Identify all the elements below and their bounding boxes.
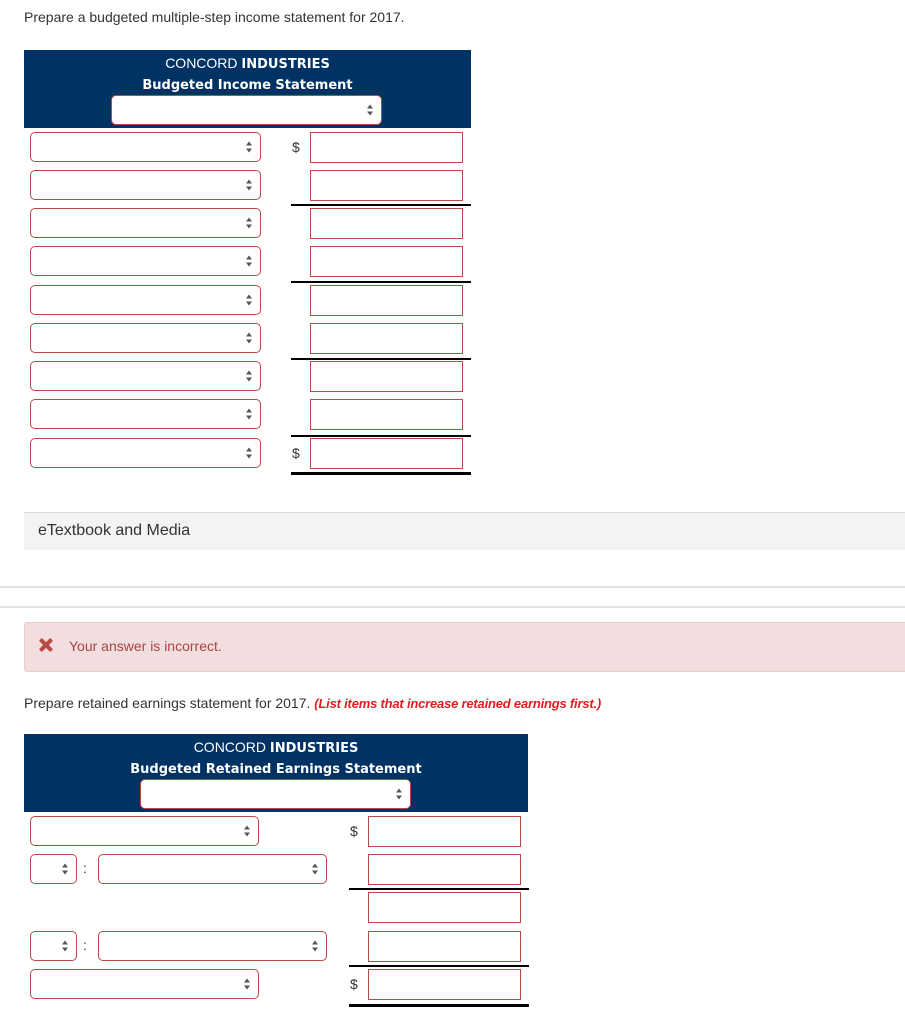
select-arrows-icon [246,408,253,420]
etextbook-media-bar[interactable]: eTextbook and Media [24,512,905,550]
income-amount-7[interactable] [310,361,463,392]
amount-input[interactable] [311,171,462,200]
select-arrows-icon [62,940,69,952]
double-underline [349,1004,529,1007]
amount-input[interactable] [311,286,462,315]
income-period-select[interactable] [111,95,382,125]
statement-title: Budgeted Retained Earnings Statement [130,762,422,777]
select-arrows-icon [312,863,319,875]
statement-title: Budgeted Income Statement [142,78,353,93]
amount-input[interactable] [311,439,462,468]
subtotal-line [291,358,471,360]
income-amount-4[interactable] [310,246,463,277]
retained-earnings-prompt: Prepare retained earnings statement for … [24,695,601,711]
dollar-sign: $ [350,976,358,992]
select-arrows-icon [396,788,403,800]
prompt-note: (List items that increase retained earni… [314,696,602,711]
etextbook-label: eTextbook and Media [38,522,191,539]
select-arrows-icon [367,104,374,116]
select-arrows-icon [244,825,251,837]
amount-input[interactable] [311,247,462,276]
dollar-sign: $ [350,823,358,839]
retained-amount-4[interactable] [368,931,521,962]
select-arrows-icon [246,332,253,344]
x-icon [39,638,53,652]
amount-input[interactable] [311,362,462,391]
select-arrows-icon [312,940,319,952]
prompt-text: Prepare retained earnings statement for … [24,695,315,711]
income-account-select-5[interactable] [30,285,261,315]
select-arrows-icon [246,294,253,306]
select-arrows-icon [246,217,253,229]
income-amount-5[interactable] [310,285,463,316]
select-arrows-icon [62,863,69,875]
income-account-select-1[interactable] [30,132,261,162]
select-arrows-icon [246,447,253,459]
subtotal-line [291,281,471,283]
double-underline [291,472,471,475]
divider [0,586,905,588]
amount-input[interactable] [369,932,520,961]
income-account-select-6[interactable] [30,323,261,353]
income-account-select-3[interactable] [30,208,261,238]
retained-amount-1[interactable] [368,816,521,847]
retained-amount-5[interactable] [368,969,521,1000]
amount-input[interactable] [369,817,520,846]
income-amount-8[interactable] [310,399,463,430]
select-arrows-icon [246,255,253,267]
retained-prefix-select-4[interactable] [30,931,77,961]
feedback-message: Your answer is incorrect. [69,638,222,654]
retained-account-select-4[interactable] [98,931,327,961]
select-arrows-icon [246,370,253,382]
subtotal-line [291,435,471,437]
select-arrows-icon [246,179,253,191]
retained-amount-2[interactable] [368,854,521,885]
income-amount-6[interactable] [310,323,463,354]
subtotal-line [349,965,529,967]
subtotal-line [291,204,471,206]
income-account-select-8[interactable] [30,399,261,429]
retained-amount-3[interactable] [368,892,521,923]
amount-input[interactable] [369,970,520,999]
company-name: CONCORD INDUSTRIES [193,739,359,756]
divider [0,606,905,608]
select-arrows-icon [244,978,251,990]
income-account-select-9[interactable] [30,438,261,468]
income-account-select-4[interactable] [30,246,261,276]
income-amount-2[interactable] [310,170,463,201]
amount-input[interactable] [369,893,520,922]
income-amount-3[interactable] [310,208,463,239]
income-account-select-7[interactable] [30,361,261,391]
retained-account-select-2[interactable] [98,854,327,884]
retained-account-select-5[interactable] [30,969,259,999]
company-name: CONCORD INDUSTRIES [165,55,330,72]
amount-input[interactable] [311,133,462,162]
income-statement-prompt: Prepare a budgeted multiple-step income … [24,9,405,25]
retained-period-select[interactable] [140,779,411,809]
amount-input[interactable] [311,324,462,353]
incorrect-answer-alert: Your answer is incorrect. [24,622,905,672]
select-arrows-icon [246,141,253,153]
colon-separator: : [83,860,87,876]
amount-input[interactable] [311,400,462,429]
retained-prefix-select-2[interactable] [30,854,77,884]
income-amount-9[interactable] [310,438,463,469]
amount-input[interactable] [311,209,462,238]
income-account-select-2[interactable] [30,170,261,200]
subtotal-line [349,888,529,890]
amount-input[interactable] [369,855,520,884]
dollar-sign: $ [292,445,300,461]
dollar-sign: $ [292,139,300,155]
retained-account-select-1[interactable] [30,816,259,846]
income-amount-1[interactable] [310,132,463,163]
colon-separator: : [83,937,87,953]
